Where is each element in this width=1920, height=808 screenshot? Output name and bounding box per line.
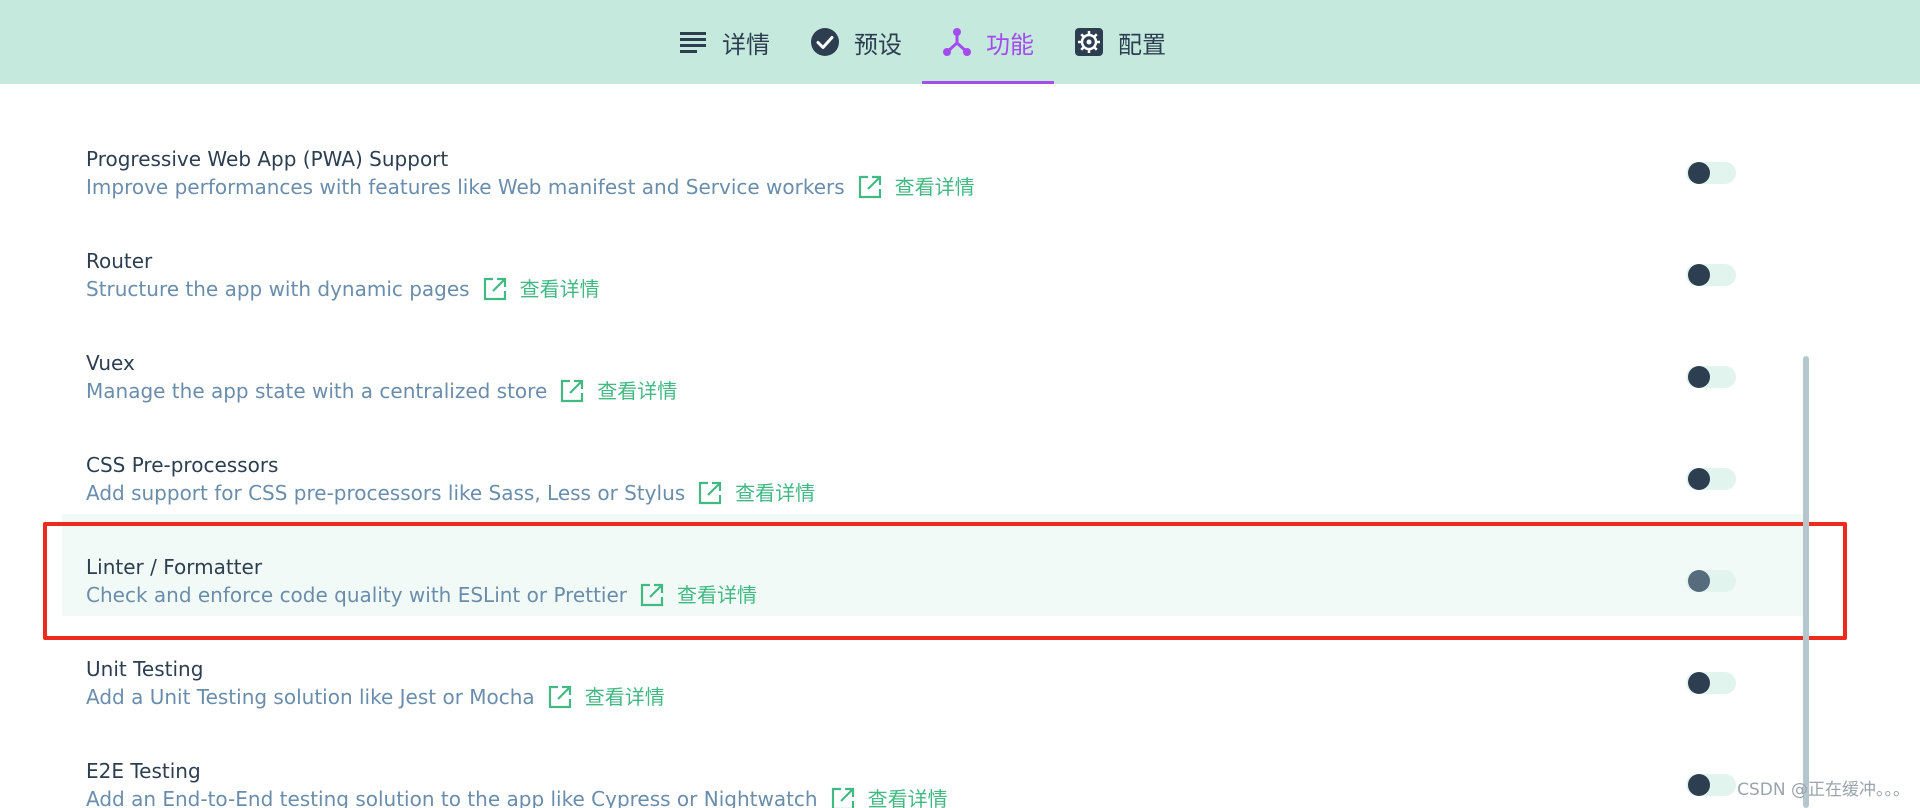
tab-features[interactable]: 功能	[922, 0, 1054, 84]
external-link-icon[interactable]	[482, 276, 508, 302]
feature-toggle[interactable]	[1686, 162, 1736, 184]
feature-item-pwa[interactable]: Progressive Web App (PWA) Support Improv…	[62, 106, 1806, 208]
view-details-link[interactable]: 查看详情	[520, 274, 600, 304]
feature-description-text: Manage the app state with a centralized …	[86, 379, 548, 403]
feature-toggle[interactable]	[1686, 774, 1736, 796]
feature-description-text: Add an End-to-End testing solution to th…	[86, 787, 818, 808]
feature-toggle[interactable]	[1686, 366, 1736, 388]
tab-label: 配置	[1118, 30, 1166, 59]
fork-icon	[942, 27, 972, 57]
view-details-link[interactable]: 查看详情	[597, 376, 677, 406]
toggle-knob	[1688, 366, 1710, 388]
external-link-icon[interactable]	[857, 174, 883, 200]
scrollbar-thumb[interactable]	[1803, 356, 1809, 808]
feature-description: Check and enforce code quality with ESLi…	[86, 580, 1806, 610]
feature-item-vuex[interactable]: Vuex Manage the app state with a central…	[62, 310, 1806, 412]
external-link-icon[interactable]	[559, 378, 585, 404]
external-link-icon[interactable]	[547, 684, 573, 710]
toggle-knob	[1688, 162, 1710, 184]
gear-icon	[1074, 27, 1104, 57]
feature-description: Structure the app with dynamic pages 查看详…	[86, 274, 1806, 304]
view-details-link[interactable]: 查看详情	[585, 682, 665, 712]
external-link-icon[interactable]	[697, 480, 723, 506]
external-link-icon[interactable]	[639, 582, 665, 608]
feature-description: Add an End-to-End testing solution to th…	[86, 784, 1806, 808]
feature-description-text: Check and enforce code quality with ESLi…	[86, 583, 628, 607]
tab-details[interactable]: 详情	[658, 0, 790, 84]
check-circle-icon	[810, 27, 840, 57]
feature-item-e2e-testing[interactable]: E2E Testing Add an End-to-End testing so…	[62, 718, 1806, 808]
tab-presets[interactable]: 预设	[790, 0, 922, 84]
feature-item-linter[interactable]: Linter / Formatter Check and enforce cod…	[62, 514, 1806, 616]
feature-toggle[interactable]	[1686, 672, 1736, 694]
toggle-knob	[1688, 774, 1710, 796]
feature-name: E2E Testing	[86, 759, 201, 783]
tab-label: 预设	[854, 30, 902, 59]
toggle-knob	[1688, 570, 1710, 592]
feature-description: Manage the app state with a centralized …	[86, 376, 1806, 406]
feature-description-text: Structure the app with dynamic pages	[86, 277, 470, 301]
view-details-link[interactable]: 查看详情	[895, 172, 975, 202]
feature-description-text: Add support for CSS pre-processors like …	[86, 481, 686, 505]
feature-description-text: Improve performances with features like …	[86, 175, 845, 199]
feature-name: Router	[86, 249, 153, 273]
feature-name: Progressive Web App (PWA) Support	[86, 147, 449, 171]
feature-list: Progressive Web App (PWA) Support Improv…	[62, 106, 1806, 808]
toggle-knob	[1688, 264, 1710, 286]
feature-description: Add a Unit Testing solution like Jest or…	[86, 682, 1806, 712]
feature-name: Unit Testing	[86, 657, 204, 681]
feature-name: Vuex	[86, 351, 135, 375]
view-details-link[interactable]: 查看详情	[868, 784, 948, 808]
tab-label: 详情	[722, 30, 770, 59]
tab-config[interactable]: 配置	[1054, 0, 1186, 84]
tab-label: 功能	[986, 30, 1034, 59]
feature-toggle[interactable]	[1686, 570, 1736, 592]
feature-toggle[interactable]	[1686, 264, 1736, 286]
view-details-link[interactable]: 查看详情	[735, 478, 815, 508]
tab-list: 详情 预设 功能 配置	[658, 0, 1186, 84]
watermark: CSDN @正在缓冲。。。	[1737, 780, 1910, 800]
list-icon	[678, 27, 708, 57]
feature-item-unit-testing[interactable]: Unit Testing Add a Unit Testing solution…	[62, 616, 1806, 718]
feature-name: Linter / Formatter	[86, 555, 263, 579]
view-details-link[interactable]: 查看详情	[677, 580, 757, 610]
feature-description-text: Add a Unit Testing solution like Jest or…	[86, 685, 535, 709]
feature-name: CSS Pre-processors	[86, 453, 279, 477]
external-link-icon[interactable]	[830, 786, 856, 808]
feature-toggle[interactable]	[1686, 468, 1736, 490]
feature-item-css-preprocessors[interactable]: CSS Pre-processors Add support for CSS p…	[62, 412, 1806, 514]
feature-description: Add support for CSS pre-processors like …	[86, 478, 1806, 508]
feature-description: Improve performances with features like …	[86, 172, 1806, 202]
toggle-knob	[1688, 672, 1710, 694]
feature-item-router[interactable]: Router Structure the app with dynamic pa…	[62, 208, 1806, 310]
toggle-knob	[1688, 468, 1710, 490]
top-tab-bar: 详情 预设 功能 配置	[0, 0, 1920, 84]
